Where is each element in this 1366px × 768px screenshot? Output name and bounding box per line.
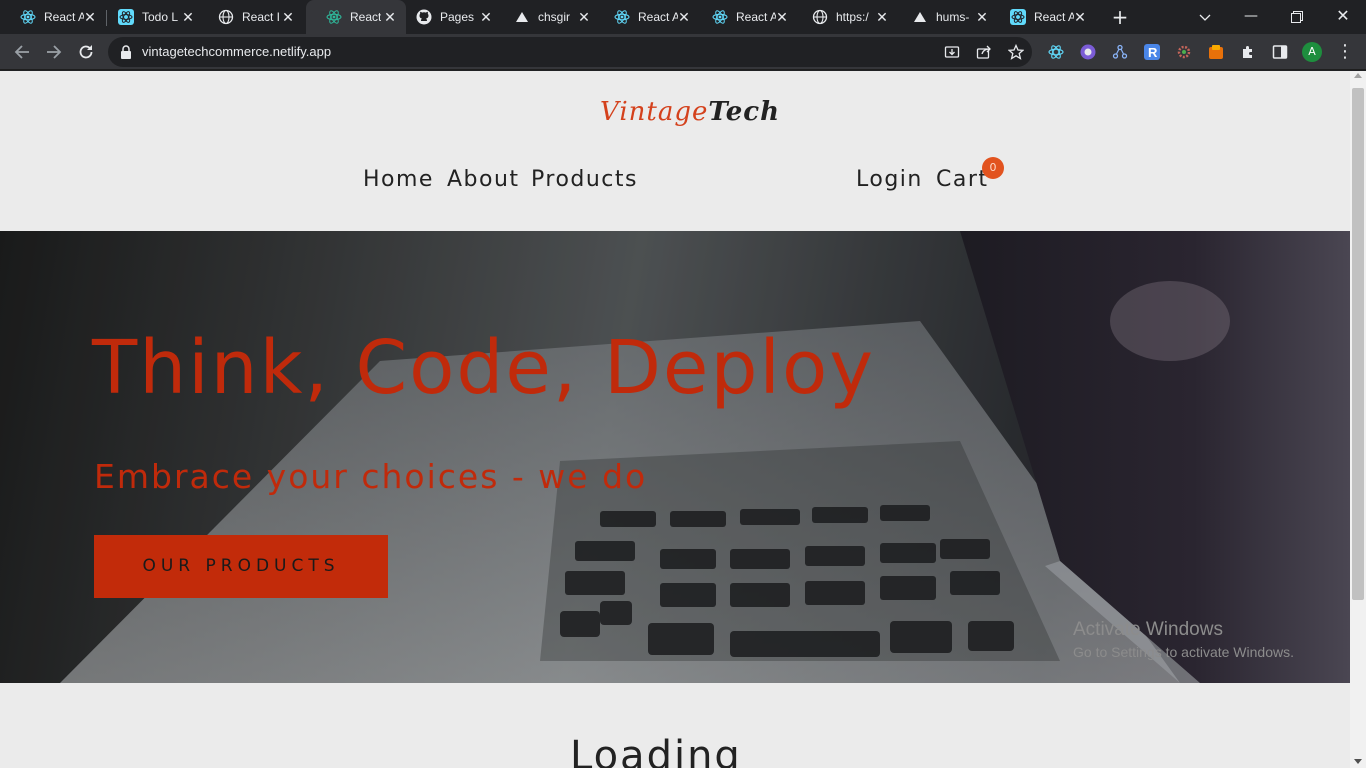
- browser-toolbar: vintagetechcommerce.netlify.app R A ⋮: [0, 34, 1366, 70]
- restore-icon[interactable]: [1274, 0, 1320, 34]
- our-products-button[interactable]: OUR PRODUCTS: [94, 535, 388, 598]
- side-panel-icon[interactable]: [1272, 44, 1288, 60]
- scroll-down-arrow-icon[interactable]: [1354, 759, 1362, 764]
- extensions-puzzle-icon[interactable]: [1240, 44, 1256, 60]
- tab-react-active[interactable]: React ✕: [306, 0, 406, 34]
- loading-text: Loading: [570, 733, 742, 768]
- nav-home[interactable]: Home: [363, 167, 434, 192]
- share-icon[interactable]: [976, 44, 992, 60]
- tab-label: React: [350, 10, 382, 24]
- extension-purple-icon[interactable]: [1080, 44, 1096, 60]
- extension-network-icon[interactable]: [1112, 44, 1128, 60]
- profile-avatar[interactable]: A: [1302, 42, 1322, 62]
- tab-react-3[interactable]: React A ✕: [594, 0, 700, 34]
- react-icon: [326, 9, 342, 25]
- scroll-up-arrow-icon[interactable]: [1354, 73, 1362, 78]
- site-header: VintageTech Home About Products Login Ca…: [0, 71, 1350, 231]
- tab-react-4[interactable]: React A ✕: [692, 0, 798, 34]
- forward-button[interactable]: [40, 38, 68, 66]
- react-icon: [712, 9, 728, 25]
- react-icon: [1010, 9, 1026, 25]
- url-text: vintagetechcommerce.netlify.app: [142, 44, 332, 59]
- github-icon: [416, 9, 432, 25]
- hero-title: Think, Code, Deploy: [92, 325, 876, 411]
- tab-label: React I: [242, 10, 281, 24]
- more-menu-icon[interactable]: ⋮: [1336, 40, 1354, 64]
- tab-strip: React A ✕ Todo L ✕ React I ✕ React ✕ Pag…: [0, 0, 1366, 34]
- tab-https[interactable]: https:/ ✕: [792, 0, 898, 34]
- bookmark-star-icon[interactable]: [1008, 44, 1024, 60]
- tab-github-pages[interactable]: Pages ✕: [396, 0, 502, 34]
- svg-text:R: R: [1148, 45, 1158, 60]
- tab-label: React A: [736, 10, 776, 24]
- close-icon[interactable]: ✕: [676, 9, 692, 25]
- reload-button[interactable]: [72, 38, 100, 66]
- cart-count-badge: 0: [982, 157, 1004, 179]
- close-icon[interactable]: ✕: [576, 9, 592, 25]
- close-icon[interactable]: ✕: [874, 9, 890, 25]
- close-icon[interactable]: ✕: [974, 9, 990, 25]
- logo-tech: Tech: [708, 97, 780, 127]
- react-icon: [118, 9, 134, 25]
- vercel-icon: [514, 9, 530, 25]
- site-logo[interactable]: VintageTech: [600, 97, 780, 127]
- close-icon[interactable]: ✕: [478, 9, 494, 25]
- minimize-icon[interactable]: —: [1228, 0, 1274, 34]
- tab-search-icon[interactable]: [1182, 0, 1228, 34]
- hero-banner: Think, Code, Deploy Embrace your choices…: [0, 231, 1350, 683]
- close-icon[interactable]: ✕: [774, 9, 790, 25]
- watermark-subtitle: Go to Settings to activate Windows.: [1073, 644, 1294, 660]
- tab-label: chsgir: [538, 10, 571, 24]
- close-window-icon[interactable]: ✕: [1320, 0, 1366, 34]
- nav-products[interactable]: Products: [531, 167, 638, 192]
- back-button[interactable]: [8, 38, 36, 66]
- new-tab-button[interactable]: +: [1108, 5, 1132, 29]
- scroll-thumb[interactable]: [1352, 88, 1364, 600]
- products-section: Loading: [0, 683, 1350, 768]
- extension-gear-icon[interactable]: [1176, 44, 1192, 60]
- tab-react-2[interactable]: React I ✕: [198, 0, 304, 34]
- vercel-icon: [912, 9, 928, 25]
- tab-label: hums-: [936, 10, 970, 24]
- nav-cart[interactable]: Cart: [936, 167, 989, 192]
- lock-icon: [121, 45, 131, 59]
- tab-label: React A: [1034, 10, 1074, 24]
- logo-vintage: Vintage: [600, 97, 709, 127]
- install-icon[interactable]: [944, 44, 960, 60]
- react-devtools-icon[interactable]: [1048, 44, 1064, 60]
- hero-subtitle: Embrace your choices - we do: [94, 457, 648, 496]
- tab-label: https:/: [836, 10, 869, 24]
- tab-react-5[interactable]: React A ✕: [990, 0, 1096, 34]
- tab-label: React A: [638, 10, 678, 24]
- page-viewport: VintageTech Home About Products Login Ca…: [0, 71, 1350, 768]
- tab-hums[interactable]: hums- ✕: [892, 0, 998, 34]
- tab-todo[interactable]: Todo L ✕: [98, 0, 204, 34]
- globe-icon: [812, 9, 828, 25]
- nav-about[interactable]: About: [447, 167, 520, 192]
- tab-chsgir[interactable]: chsgir ✕: [494, 0, 600, 34]
- extension-box-icon[interactable]: [1208, 44, 1224, 60]
- globe-icon: [218, 9, 234, 25]
- page-scrollbar[interactable]: [1350, 71, 1366, 768]
- tab-label: React A: [44, 10, 84, 24]
- close-icon[interactable]: ✕: [280, 9, 296, 25]
- address-bar[interactable]: vintagetechcommerce.netlify.app: [108, 37, 1032, 67]
- tab-react-1[interactable]: React A ✕: [0, 0, 106, 34]
- close-icon[interactable]: ✕: [1072, 9, 1088, 25]
- tab-label: Pages: [440, 10, 475, 24]
- react-icon: [20, 9, 36, 25]
- react-icon: [614, 9, 630, 25]
- watermark-title: Activate Windows: [1073, 619, 1223, 640]
- extension-r-icon[interactable]: R: [1144, 44, 1160, 60]
- close-icon[interactable]: ✕: [180, 9, 196, 25]
- close-icon[interactable]: ✕: [82, 9, 98, 25]
- activate-windows-watermark: Activate Windows Go to Settings to activ…: [1073, 619, 1294, 660]
- tab-label: Todo L: [142, 10, 179, 24]
- nav-login[interactable]: Login: [856, 167, 923, 192]
